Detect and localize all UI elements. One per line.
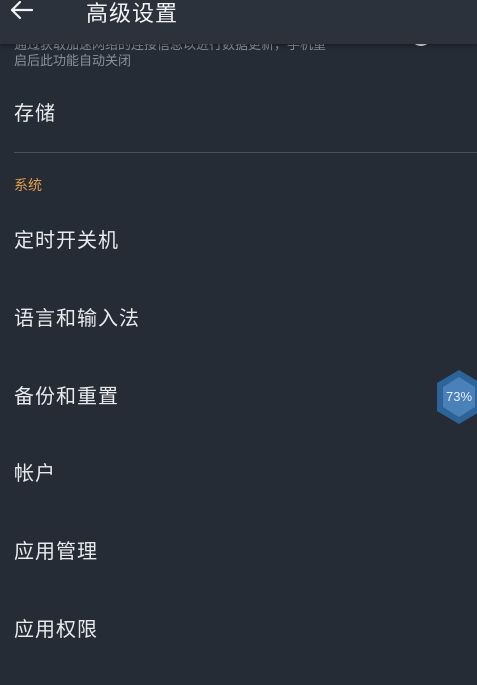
list-item-label: 帐户	[14, 460, 56, 485]
arrow-left-icon	[8, 0, 34, 25]
list-item-backup-reset[interactable]: 备份和重置	[0, 366, 477, 422]
list-item-label: 存储	[14, 100, 56, 125]
list-item-label: 语言和输入法	[14, 305, 140, 330]
list-item-accounts[interactable]: 帐户	[0, 443, 477, 499]
list-item-app-permissions[interactable]: 应用权限	[0, 599, 477, 655]
list-item-app-management[interactable]: 应用管理	[0, 521, 477, 577]
divider	[14, 152, 477, 153]
hexagon-badge-icon	[436, 370, 477, 430]
setting-description-line2: 启后此功能自动关闭	[14, 54, 132, 69]
list-item-label: 备份和重置	[14, 383, 119, 408]
list-item-language-input[interactable]: 语言和输入法	[0, 288, 477, 344]
page-title: 高级设置	[86, 2, 179, 27]
list-item-label: 定时开关机	[14, 227, 119, 252]
list-item-label: 应用权限	[14, 616, 98, 641]
back-button[interactable]	[6, 0, 36, 26]
section-header-system: 系统	[14, 178, 42, 194]
badge-percent: 73%	[446, 389, 473, 404]
app-bar: 高级设置	[0, 0, 477, 44]
list-item-storage[interactable]: 存储	[0, 83, 477, 139]
list-item-scheduled-power[interactable]: 定时开关机	[0, 210, 477, 266]
list-item-label: 应用管理	[14, 538, 98, 563]
